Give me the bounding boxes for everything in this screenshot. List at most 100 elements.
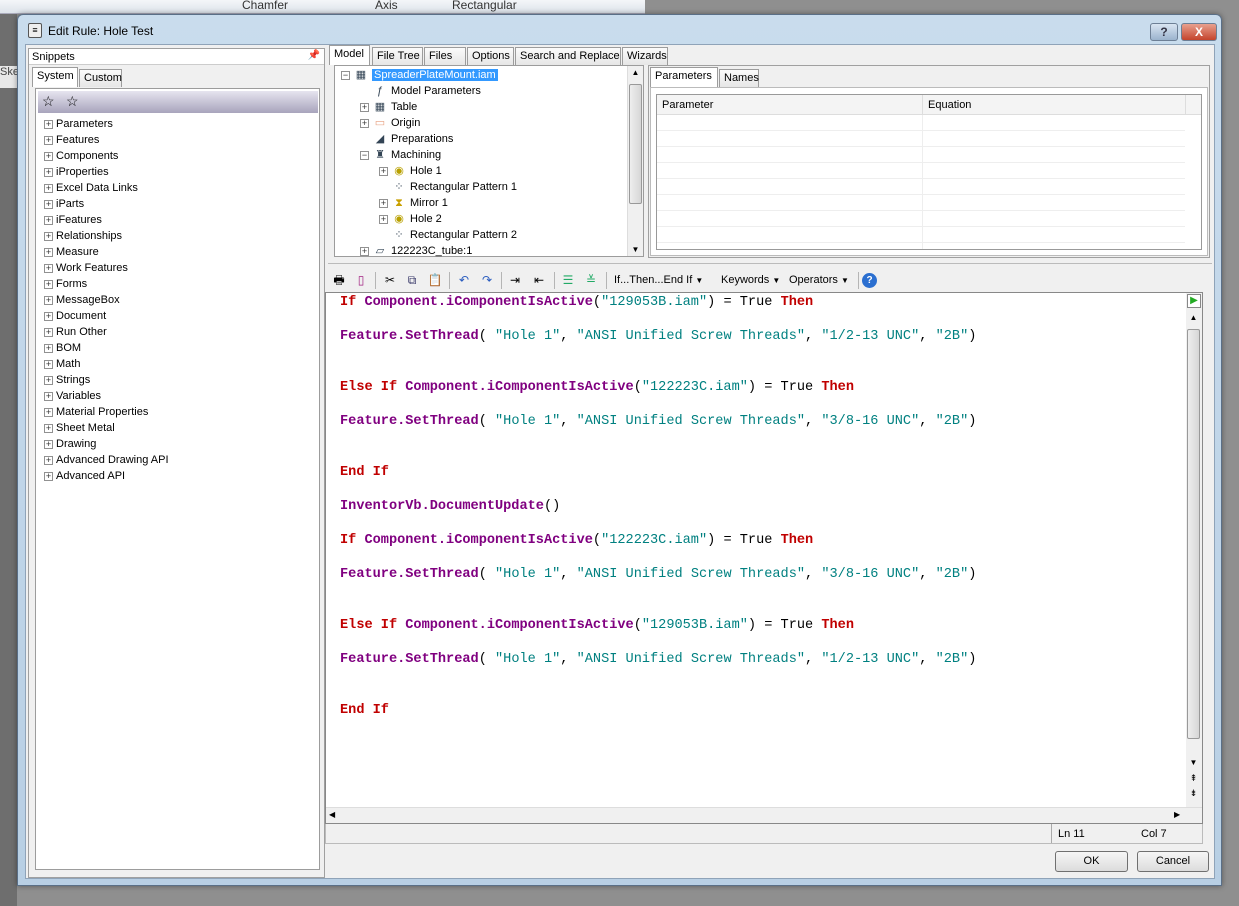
expand-icon[interactable]: + (44, 135, 53, 145)
tab-parameters[interactable]: Parameters (650, 67, 718, 87)
comment-icon[interactable]: ☰ (559, 272, 577, 289)
copy-icon[interactable]: ⧉ (403, 272, 421, 289)
tree-scrollbar[interactable]: ▲ ▼ (627, 66, 643, 256)
code-editor[interactable]: If Component.iComponentIsActive("129053B… (325, 292, 1203, 824)
scroll-down-icon[interactable]: ▼ (628, 245, 643, 254)
tree-node[interactable]: + ▦ Table (360, 99, 417, 115)
snippet-ifeatures[interactable]: + iFeatures (44, 212, 102, 228)
uncomment-icon[interactable]: ≚ (582, 272, 600, 289)
cancel-button[interactable]: Cancel (1137, 851, 1209, 872)
print-icon[interactable]: 🖶 (330, 272, 348, 289)
scroll-left-icon[interactable]: ◀ (329, 810, 335, 819)
tab-files[interactable]: Files (424, 47, 466, 65)
outdent-icon[interactable]: ⇤ (530, 272, 548, 289)
expand-icon[interactable]: + (44, 311, 53, 321)
expand-icon[interactable]: + (44, 359, 53, 369)
splitter[interactable] (328, 263, 1212, 266)
undo-icon[interactable]: ↶ (455, 272, 473, 289)
editor-vscrollbar[interactable]: ▶ ▲ ▼ ⇞ ⇟ (1186, 293, 1202, 807)
expand-icon[interactable]: + (44, 423, 53, 433)
tree-node[interactable]: + ◉ Hole 2 (379, 211, 442, 227)
code-area[interactable]: If Component.iComponentIsActive("129053B… (326, 293, 1186, 807)
tree-node[interactable]: + ◉ Hole 1 (379, 163, 442, 179)
tree-node[interactable]: + ▱ 122223C_tube:1 (360, 243, 472, 259)
snippet-sheet-metal[interactable]: + Sheet Metal (44, 420, 115, 436)
scroll-down-icon[interactable]: ▼ (1186, 758, 1201, 767)
expand-icon[interactable]: + (44, 215, 53, 225)
scroll-right-icon[interactable]: ▶ (1174, 810, 1180, 819)
snippet-advanced-drawing-api[interactable]: + Advanced Drawing API (44, 452, 169, 468)
expand-icon[interactable]: + (360, 118, 369, 128)
expand-icon[interactable]: + (44, 295, 53, 305)
snippet-variables[interactable]: + Variables (44, 388, 101, 404)
tree-node[interactable]: − ▦ SpreaderPlateMount.iam (341, 67, 498, 83)
snippet-relationships[interactable]: + Relationships (44, 228, 122, 244)
snippet-bom[interactable]: + BOM (44, 340, 81, 356)
snippet-features[interactable]: + Features (44, 132, 99, 148)
tab-custom[interactable]: Custom (79, 69, 122, 87)
snippet-run-other[interactable]: + Run Other (44, 324, 107, 340)
column-parameter[interactable]: Parameter (662, 99, 713, 111)
redo-icon[interactable]: ↷ (478, 272, 496, 289)
tree-node[interactable]: − ♜ Machining (360, 147, 441, 163)
snippet-math[interactable]: + Math (44, 356, 80, 372)
scroll-thumb[interactable] (629, 84, 642, 204)
column-equation[interactable]: Equation (922, 95, 976, 115)
star-edit-icon[interactable]: ☆ (66, 93, 79, 110)
snippet-material-properties[interactable]: + Material Properties (44, 404, 148, 420)
snippet-strings[interactable]: + Strings (44, 372, 90, 388)
expand-icon[interactable]: + (44, 247, 53, 257)
expand-icon[interactable]: + (379, 166, 388, 176)
snippet-drawing[interactable]: + Drawing (44, 436, 96, 452)
expand-icon[interactable]: + (360, 102, 369, 112)
expand-icon[interactable]: + (44, 167, 53, 177)
scroll-up-icon[interactable]: ▲ (628, 68, 643, 77)
snippet-components[interactable]: + Components (44, 148, 118, 164)
tab-names[interactable]: Names (719, 69, 759, 87)
expand-icon[interactable]: + (44, 231, 53, 241)
snippet-work-features[interactable]: + Work Features (44, 260, 128, 276)
tree-node[interactable]: ⁘ Rectangular Pattern 2 (379, 227, 517, 243)
close-button[interactable]: X (1181, 23, 1217, 41)
expand-icon[interactable]: + (44, 439, 53, 449)
cut-icon[interactable]: ✂ (381, 272, 399, 289)
expand-icon[interactable]: + (44, 375, 53, 385)
tab-options[interactable]: Options (467, 47, 514, 65)
snippet-forms[interactable]: + Forms (44, 276, 87, 292)
collapse-icon[interactable]: − (360, 150, 369, 160)
tab-system[interactable]: System (32, 67, 78, 87)
star-filter-icon[interactable]: ☆ (42, 93, 55, 110)
tree-node[interactable]: + ⧗ Mirror 1 (379, 195, 448, 211)
expand-icon[interactable]: + (360, 246, 369, 256)
snippet-document[interactable]: + Document (44, 308, 106, 324)
collapse-icon[interactable]: − (341, 70, 350, 80)
indent-icon[interactable]: ⇥ (506, 272, 524, 289)
expand-icon[interactable]: + (44, 119, 53, 129)
tab-search-and-replace[interactable]: Search and Replace (515, 47, 621, 65)
snippet-messagebox[interactable]: + MessageBox (44, 292, 120, 308)
help-icon[interactable]: ? (862, 273, 877, 288)
pin-icon[interactable]: 📌 (308, 50, 320, 61)
tree-node[interactable]: + ▭ Origin (360, 115, 420, 131)
snippet-parameters[interactable]: + Parameters (44, 116, 113, 132)
ok-button[interactable]: OK (1055, 851, 1128, 872)
snippet-iparts[interactable]: + iParts (44, 196, 84, 212)
print-preview-icon[interactable]: ▯ (352, 272, 370, 289)
tree-node[interactable]: ƒ Model Parameters (360, 83, 481, 99)
scroll-up-icon[interactable]: ▲ (1186, 313, 1201, 322)
expand-icon[interactable]: + (44, 151, 53, 161)
page-down-icon[interactable]: ⇟ (1186, 788, 1201, 799)
page-up-icon[interactable]: ⇞ (1186, 773, 1201, 784)
snippet-iproperties[interactable]: + iProperties (44, 164, 109, 180)
expand-icon[interactable]: + (44, 391, 53, 401)
expand-icon[interactable]: + (44, 327, 53, 337)
expand-icon[interactable]: + (44, 471, 53, 481)
tab-file-tree[interactable]: File Tree (372, 47, 423, 65)
snippet-measure[interactable]: + Measure (44, 244, 99, 260)
expand-icon[interactable]: + (44, 343, 53, 353)
scroll-thumb[interactable] (1187, 329, 1200, 739)
keywords-menu[interactable]: Keywords ▼ (721, 272, 780, 289)
tab-model[interactable]: Model (329, 45, 370, 65)
if-then-menu[interactable]: If...Then...End If ▼ (614, 272, 703, 289)
expand-icon[interactable]: + (44, 455, 53, 465)
